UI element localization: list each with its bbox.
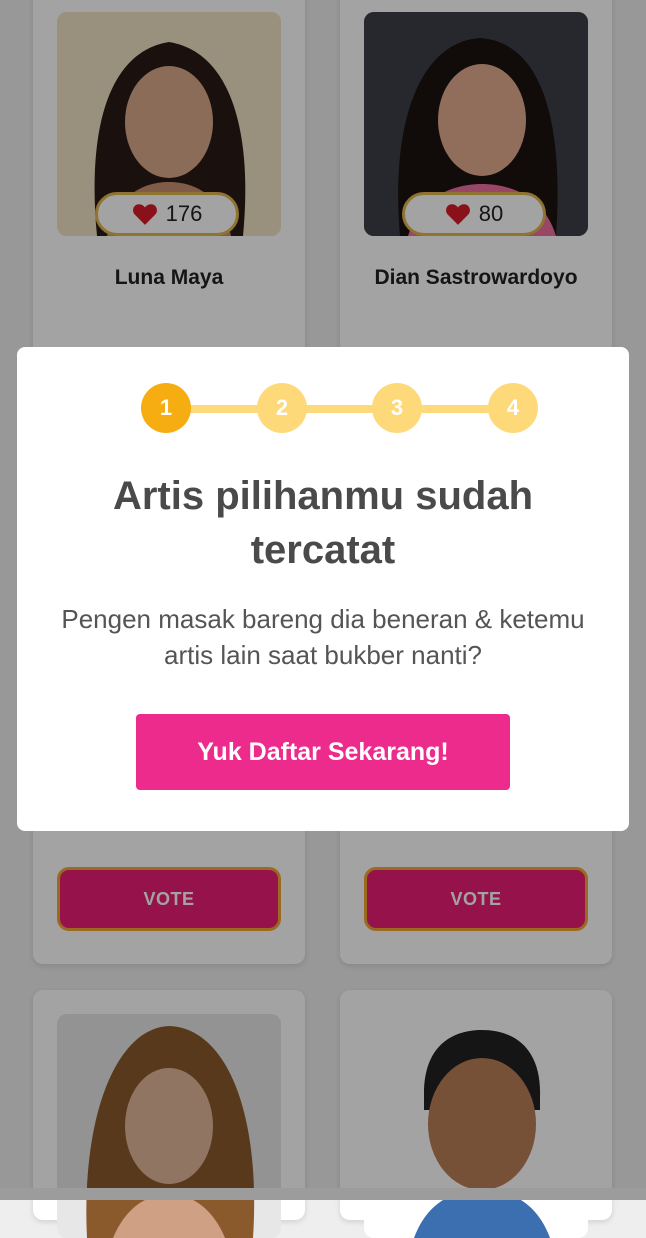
registration-modal: 1 2 3 4 Artis pilihanmu sudah tercatat P… <box>17 347 629 831</box>
step-4: 4 <box>488 383 538 433</box>
step-1: 1 <box>141 383 191 433</box>
register-now-button[interactable]: Yuk Daftar Sekarang! <box>136 714 510 790</box>
modal-title: Artis pilihanmu sudah tercatat <box>112 474 534 572</box>
step-2: 2 <box>257 383 307 433</box>
progress-stepper: 1 2 3 4 <box>125 383 538 433</box>
step-3: 3 <box>372 383 422 433</box>
modal-subtitle: Pengen masak bareng dia beneran & ketemu… <box>61 604 585 670</box>
stepper-line <box>150 405 498 413</box>
